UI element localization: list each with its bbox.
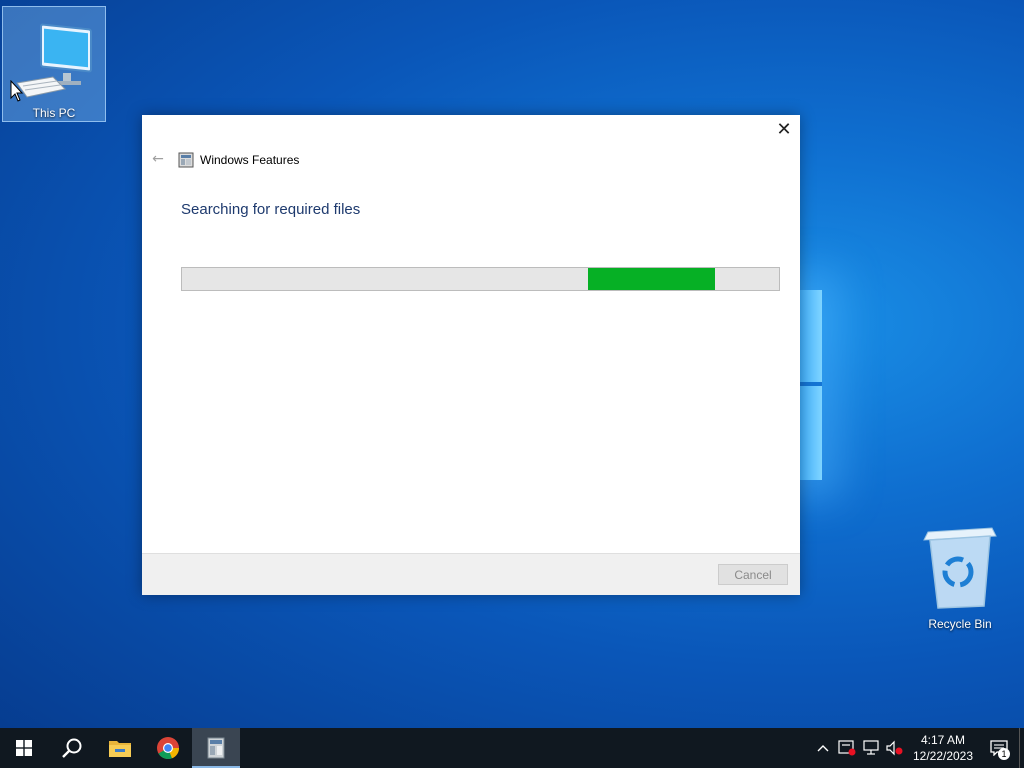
show-hidden-icons-button[interactable]: [811, 728, 835, 768]
cancel-button[interactable]: Cancel: [718, 564, 788, 585]
windows-features-icon: [207, 737, 225, 759]
network-icon: [863, 740, 879, 755]
desktop-wallpaper-beam-gap: [800, 382, 822, 386]
desktop-icon-this-pc[interactable]: This PC: [2, 6, 106, 122]
status-heading: Searching for required files: [181, 201, 361, 218]
search-icon: [62, 738, 82, 758]
recycle-bin-icon: [923, 527, 997, 609]
folder-icon: [109, 741, 131, 757]
volume-button[interactable]: [883, 728, 907, 768]
network-button[interactable]: [859, 728, 883, 768]
start-button[interactable]: [0, 728, 48, 768]
chrome-icon: [157, 737, 180, 760]
desktop-icon-recycle-bin[interactable]: Recycle Bin: [908, 522, 1012, 636]
windows-features-dialog: ✕ ← Windows Features Searching for requi…: [142, 115, 800, 595]
dialog-footer: Cancel: [142, 553, 800, 595]
dialog-title: Windows Features: [200, 153, 300, 167]
close-button[interactable]: ✕: [772, 119, 796, 141]
notification-count-badge: 1: [998, 748, 1010, 760]
file-explorer-button[interactable]: [96, 728, 144, 768]
desktop-icon-label: Recycle Bin: [928, 617, 992, 631]
mouse-cursor-icon: [10, 80, 24, 102]
chevron-up-icon: [817, 745, 829, 752]
system-tray: 4:17 AM 12/22/2023 1: [811, 728, 1024, 768]
security-warning-icon: [838, 740, 856, 756]
chrome-button[interactable]: [144, 728, 192, 768]
progress-bar-marquee-chunk: [588, 268, 715, 290]
show-desktop-button[interactable]: [1019, 728, 1024, 768]
taskbar: 4:17 AM 12/22/2023 1: [0, 728, 1024, 768]
search-button[interactable]: [48, 728, 96, 768]
progress-bar: [181, 267, 780, 291]
desktop-icon-label: This PC: [32, 106, 76, 120]
clock[interactable]: 4:17 AM 12/22/2023: [907, 732, 979, 764]
clock-date: 12/22/2023: [912, 749, 974, 763]
windows-features-icon: [178, 152, 194, 168]
dialog-title-bar: Windows Features: [178, 152, 299, 168]
windows-features-taskbar-button[interactable]: [192, 728, 240, 768]
clock-time: 4:17 AM: [920, 733, 966, 747]
action-center-button[interactable]: 1: [979, 728, 1019, 768]
back-arrow-icon[interactable]: ←: [150, 151, 166, 167]
security-status-button[interactable]: [835, 728, 859, 768]
windows-start-icon: [16, 740, 32, 756]
volume-muted-icon: [886, 740, 903, 756]
